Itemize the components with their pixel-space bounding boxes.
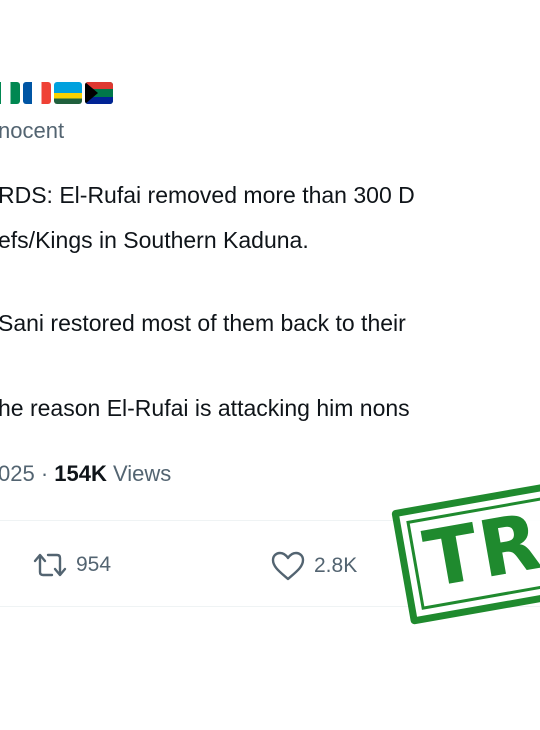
tweet-text-line-3: Sani restored most of them back to their <box>0 310 406 336</box>
france-flag-icon <box>23 82 51 104</box>
like-button[interactable]: 2.8K <box>270 550 357 582</box>
fact-check-stamp: TR <box>391 481 540 625</box>
tweet-text-line-2: efs/Kings in Southern Kaduna. <box>0 227 309 253</box>
retweet-icon <box>33 553 67 577</box>
post-date[interactable]: 025 <box>0 461 35 486</box>
retweet-count: 954 <box>76 553 112 576</box>
nigeria-flag-icon <box>0 82 20 104</box>
south-africa-flag-icon <box>85 82 113 104</box>
views-count: 154K <box>54 461 107 486</box>
flag-emojis <box>0 82 113 104</box>
tweet-text-line-4: he reason El-Rufai is attacking him nons <box>0 395 410 421</box>
rwanda-flag-icon <box>54 82 82 104</box>
user-handle[interactable]: nocent <box>0 118 64 144</box>
retweet-button[interactable]: 954 <box>32 550 111 580</box>
meta-separator: · <box>40 461 49 486</box>
like-count: 2.8K <box>314 554 358 577</box>
stamp-text: TR <box>417 496 540 606</box>
tweet-text-line-1: RDS: El-Rufai removed more than 300 D <box>0 182 415 208</box>
views-label[interactable]: Views <box>113 461 171 486</box>
heart-icon <box>271 551 305 581</box>
tweet-meta: 025 · 154K Views <box>0 461 171 487</box>
